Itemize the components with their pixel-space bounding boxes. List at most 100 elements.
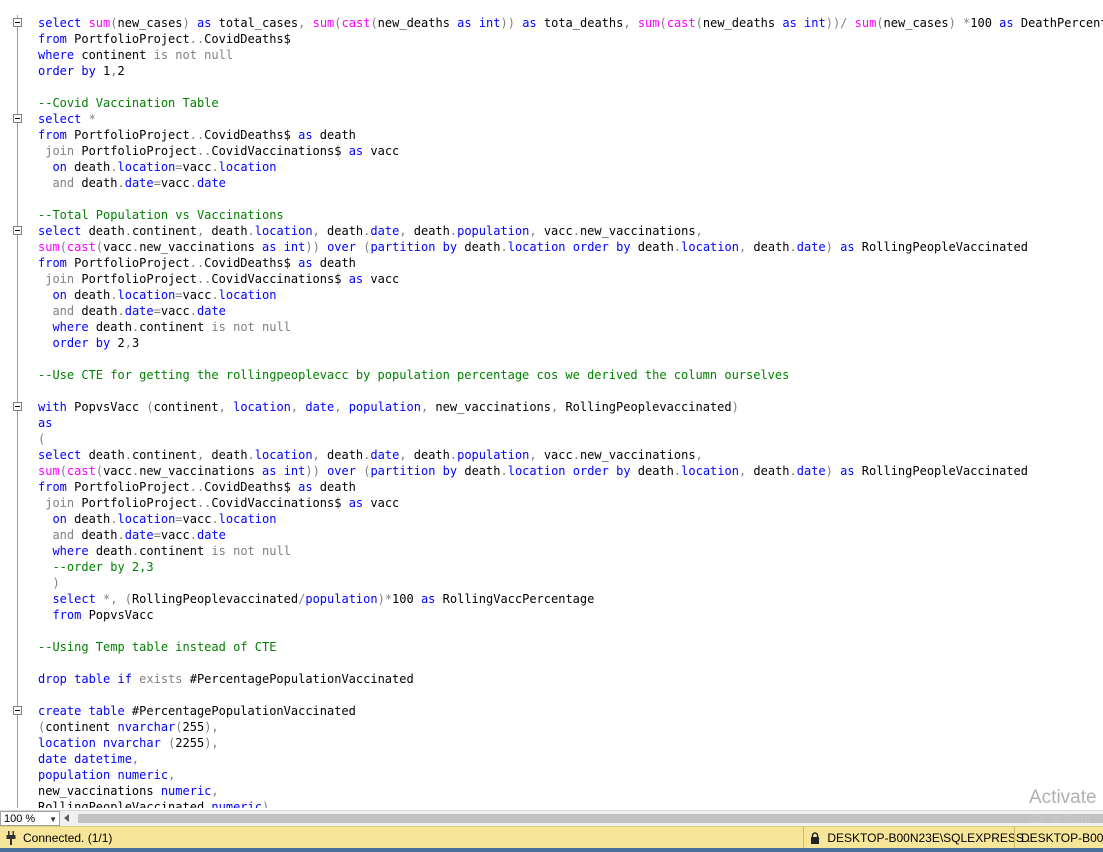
code-line[interactable]: population numeric, bbox=[0, 767, 1103, 783]
code-line[interactable]: (continent nvarchar(255), bbox=[0, 719, 1103, 735]
code-line[interactable]: RollingPeopleVaccinated numeric) bbox=[0, 799, 1103, 808]
code-token: .. bbox=[189, 128, 205, 142]
code-text: where death.continent is not null bbox=[38, 319, 290, 335]
code-line[interactable]: from PortfolioProject..CovidDeaths$ as d… bbox=[0, 127, 1103, 143]
code-token: ( bbox=[146, 400, 154, 414]
code-token: death bbox=[464, 240, 501, 254]
code-token: , bbox=[399, 448, 414, 462]
code-line[interactable]: and death.date=vacc.date bbox=[0, 527, 1103, 543]
code-line[interactable]: drop table if exists #PercentagePopulati… bbox=[0, 671, 1103, 687]
collapse-icon[interactable] bbox=[13, 706, 22, 715]
code-line[interactable]: --Covid Vaccination Table bbox=[0, 95, 1103, 111]
code-line[interactable]: --Use CTE for getting the rollingpeoplev… bbox=[0, 367, 1103, 383]
code-line[interactable]: date datetime, bbox=[0, 751, 1103, 767]
code-token: CovidDeaths$ bbox=[204, 256, 299, 270]
code-token: . bbox=[117, 176, 125, 190]
code-token: new_vaccinations bbox=[38, 784, 161, 798]
code-line[interactable]: with PopvsVacc (continent, location, dat… bbox=[0, 399, 1103, 415]
code-token: as bbox=[840, 464, 862, 478]
code-line[interactable]: join PortfolioProject..CovidVaccinations… bbox=[0, 271, 1103, 287]
user-name-cell: DESKTOP-B00N23 bbox=[1014, 827, 1103, 849]
code-line[interactable] bbox=[0, 191, 1103, 207]
code-token: ) bbox=[825, 240, 841, 254]
code-token: as int bbox=[457, 16, 501, 30]
code-line[interactable]: new_vaccinations numeric, bbox=[0, 783, 1103, 799]
sql-editor[interactable]: select sum(new_cases) as total_cases, su… bbox=[0, 15, 1103, 808]
code-line[interactable]: from PortfolioProject..CovidDeaths$ as d… bbox=[0, 255, 1103, 271]
horizontal-scrollbar[interactable]: 100 % ▼ bbox=[0, 810, 1103, 827]
code-line[interactable]: select death.continent, death.location, … bbox=[0, 447, 1103, 463]
code-token: location bbox=[117, 160, 176, 174]
code-line[interactable]: ) bbox=[0, 575, 1103, 591]
code-line[interactable]: --order by 2,3 bbox=[0, 559, 1103, 575]
code-token: , bbox=[312, 448, 328, 462]
code-line[interactable]: and death.date=vacc.date bbox=[0, 175, 1103, 191]
code-token: . bbox=[211, 288, 219, 302]
code-line[interactable]: from PortfolioProject..CovidDeaths$ bbox=[0, 31, 1103, 47]
code-line[interactable] bbox=[0, 79, 1103, 95]
code-line[interactable] bbox=[0, 351, 1103, 367]
code-line[interactable]: and death.date=vacc.date bbox=[0, 303, 1103, 319]
code-line[interactable]: order by 2,3 bbox=[0, 335, 1103, 351]
code-line[interactable]: as bbox=[0, 415, 1103, 431]
code-line[interactable]: where continent is not null bbox=[0, 47, 1103, 63]
connected-plug-icon bbox=[6, 831, 16, 845]
code-token: death bbox=[81, 176, 118, 190]
collapse-icon[interactable] bbox=[13, 18, 22, 27]
code-token: new_vaccinations bbox=[139, 240, 263, 254]
code-line[interactable]: select death.continent, death.location, … bbox=[0, 223, 1103, 239]
code-text: as bbox=[38, 415, 52, 431]
collapse-icon[interactable] bbox=[13, 114, 22, 123]
code-line[interactable] bbox=[0, 655, 1103, 671]
code-line[interactable]: order by 1,2 bbox=[0, 63, 1103, 79]
code-line[interactable]: ( bbox=[0, 431, 1103, 447]
code-line[interactable]: on death.location=vacc.location bbox=[0, 287, 1103, 303]
code-token: 255 bbox=[182, 720, 205, 734]
code-token: .. bbox=[196, 144, 212, 158]
code-line[interactable]: where death.continent is not null bbox=[0, 319, 1103, 335]
code-line[interactable]: join PortfolioProject..CovidVaccinations… bbox=[0, 143, 1103, 159]
code-token: death bbox=[88, 224, 125, 238]
code-line[interactable] bbox=[0, 687, 1103, 703]
collapse-icon[interactable] bbox=[13, 402, 22, 411]
zoom-dropdown[interactable]: 100 % ▼ bbox=[0, 811, 60, 826]
code-token: . bbox=[110, 512, 118, 526]
scrollbar-thumb[interactable] bbox=[78, 814, 1103, 823]
code-line[interactable] bbox=[0, 623, 1103, 639]
code-token: new_deaths bbox=[377, 16, 458, 30]
scroll-left-arrow-icon[interactable] bbox=[64, 814, 69, 822]
code-token: *, ( bbox=[103, 592, 132, 606]
code-token: is not null bbox=[153, 48, 234, 62]
code-line[interactable]: --Using Temp table instead of CTE bbox=[0, 639, 1103, 655]
code-line[interactable]: select *, (RollingPeoplevaccinated/popul… bbox=[0, 591, 1103, 607]
code-token: sum bbox=[38, 464, 60, 478]
code-line[interactable]: sum(cast(vacc.new_vaccinations as int)) … bbox=[0, 463, 1103, 479]
code-token: as bbox=[298, 256, 320, 270]
code-line[interactable]: --Total Population vs Vaccinations bbox=[0, 207, 1103, 223]
code-token: CovidVaccinations$ bbox=[211, 496, 349, 510]
code-line[interactable]: where death.continent is not null bbox=[0, 543, 1103, 559]
chevron-down-icon[interactable]: ▼ bbox=[49, 812, 57, 827]
code-line[interactable]: from PopvsVacc bbox=[0, 607, 1103, 623]
code-token: vacc bbox=[103, 240, 132, 254]
code-token: . bbox=[572, 448, 580, 462]
code-token: ( bbox=[110, 16, 118, 30]
code-text: --Using Temp table instead of CTE bbox=[38, 639, 276, 655]
code-line[interactable]: create table #PercentagePopulationVaccin… bbox=[0, 703, 1103, 719]
code-line[interactable]: on death.location=vacc.location bbox=[0, 159, 1103, 175]
code-line[interactable]: select * bbox=[0, 111, 1103, 127]
code-line[interactable]: join PortfolioProject..CovidVaccinations… bbox=[0, 495, 1103, 511]
code-line[interactable]: location nvarchar (2255), bbox=[0, 735, 1103, 751]
code-token: , bbox=[738, 240, 754, 254]
collapse-icon[interactable] bbox=[13, 226, 22, 235]
code-text: from PortfolioProject..CovidDeaths$ bbox=[38, 31, 291, 47]
code-line[interactable] bbox=[0, 383, 1103, 399]
code-line[interactable]: select sum(new_cases) as total_cases, su… bbox=[0, 15, 1103, 31]
code-line[interactable]: on death.location=vacc.location bbox=[0, 511, 1103, 527]
code-line[interactable]: sum(cast(vacc.new_vaccinations as int)) … bbox=[0, 239, 1103, 255]
code-token: as bbox=[514, 16, 544, 30]
code-token: ( bbox=[95, 464, 104, 478]
code-token: numeric bbox=[117, 768, 169, 782]
code-line[interactable]: from PortfolioProject..CovidDeaths$ as d… bbox=[0, 479, 1103, 495]
